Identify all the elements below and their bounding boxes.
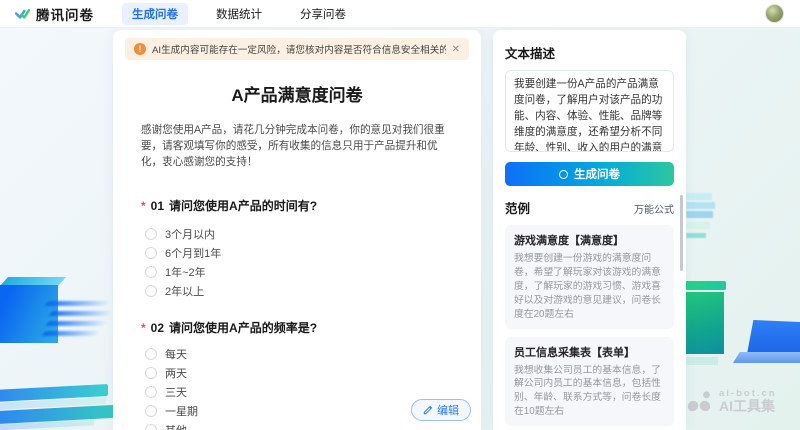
tab-data-statistics[interactable]: 数据统计 bbox=[206, 3, 272, 25]
pencil-icon bbox=[423, 405, 433, 415]
warning-icon: ! bbox=[134, 43, 146, 55]
q2-option-1[interactable]: 每天 bbox=[145, 342, 481, 361]
universal-formula-link[interactable]: 万能公式 bbox=[634, 201, 674, 216]
q1-option-1[interactable]: 3个月以内 bbox=[145, 222, 481, 241]
radio-icon bbox=[145, 285, 157, 297]
double-check-icon bbox=[14, 5, 31, 22]
close-icon[interactable]: ✕ bbox=[452, 44, 460, 55]
banner-text: AI生成内容可能存在一定风险，请您核对内容是否符合信息安全相关的要求。 bbox=[152, 42, 446, 56]
decor-green-base bbox=[684, 357, 718, 365]
decor-slab bbox=[41, 331, 99, 336]
examples-header: 范例 万能公式 bbox=[505, 198, 674, 217]
question-text: 请问您使用A产品的频率是? bbox=[169, 319, 317, 336]
decor-green-block bbox=[684, 292, 724, 354]
generate-survey-button[interactable]: 生成问卷 bbox=[505, 162, 674, 186]
tab-generate-survey[interactable]: 生成问卷 bbox=[122, 3, 188, 25]
text-description-label: 文本描述 bbox=[505, 43, 674, 62]
example-card-game-satisfaction[interactable]: 游戏满意度【满意度】 我想要创建一份游戏的满意度问卷，希望了解玩家对该游戏的满意… bbox=[505, 225, 674, 329]
decor-laptop-screen bbox=[747, 320, 800, 354]
q1-option-4[interactable]: 2年以上 bbox=[145, 279, 481, 298]
radio-icon bbox=[145, 367, 157, 379]
radio-icon bbox=[145, 348, 157, 360]
survey-title: A产品满意度问卷 bbox=[113, 81, 481, 106]
ring-icon bbox=[559, 170, 568, 179]
q1-option-2[interactable]: 6个月到1年 bbox=[145, 241, 481, 260]
radio-icon bbox=[145, 424, 157, 430]
other-fill-line[interactable] bbox=[199, 425, 253, 430]
radio-icon bbox=[145, 228, 157, 240]
question-2-header: * 02 请问您使用A产品的频率是? bbox=[141, 319, 453, 336]
decor-stripe bbox=[686, 222, 710, 229]
survey-preview-panel: ! AI生成内容可能存在一定风险，请您核对内容是否符合信息安全相关的要求。 ✕ … bbox=[113, 30, 481, 430]
brand-logo[interactable]: 腾讯问卷 bbox=[14, 4, 94, 24]
user-avatar[interactable] bbox=[765, 4, 784, 23]
ai-bot-logo-icon bbox=[686, 390, 713, 413]
decor-slab bbox=[45, 321, 106, 326]
required-mark: * bbox=[141, 199, 146, 213]
decor-stripe bbox=[686, 193, 712, 200]
sidebar-scrollbar[interactable] bbox=[680, 195, 683, 271]
required-mark: * bbox=[141, 321, 146, 335]
radio-icon bbox=[145, 247, 157, 259]
decor-stripe bbox=[686, 233, 706, 238]
decor-green-slab bbox=[682, 281, 726, 290]
edit-button[interactable]: 编辑 bbox=[411, 399, 471, 421]
question-number: 01 bbox=[151, 199, 164, 213]
examples-label: 范例 bbox=[505, 198, 530, 217]
radio-icon bbox=[145, 266, 157, 278]
decor-stripe bbox=[686, 211, 713, 218]
radio-icon bbox=[145, 405, 157, 417]
question-1-header: * 01 请问您使用A产品的时间有? bbox=[141, 197, 453, 214]
survey-description: 感谢您使用A产品，请花几分钟完成本问卷，你的意见对我们很重要，请客观填写你的感受… bbox=[141, 123, 453, 171]
q2-option-3[interactable]: 三天 bbox=[145, 380, 481, 399]
watermark-name: AI工具集 bbox=[719, 399, 777, 414]
decor-slab bbox=[48, 311, 111, 316]
question-number: 02 bbox=[151, 321, 164, 335]
decor-stripe bbox=[686, 202, 715, 209]
nav-tabs: 生成问卷 数据统计 分享问卷 bbox=[122, 3, 356, 25]
example-card-employee-form[interactable]: 员工信息采集表【表单】 我想收集公司员工的基本信息，了解公司内员工的基本信息，包… bbox=[505, 337, 674, 427]
q2-option-2[interactable]: 两天 bbox=[145, 361, 481, 380]
radio-icon bbox=[145, 386, 157, 398]
ai-risk-banner: ! AI生成内容可能存在一定风险，请您核对内容是否符合信息安全相关的要求。 ✕ bbox=[125, 38, 469, 60]
tab-share-survey[interactable]: 分享问卷 bbox=[290, 3, 356, 25]
site-watermark: ai-bot.cn AI工具集 bbox=[686, 389, 777, 414]
question-text: 请问您使用A产品的时间有? bbox=[169, 197, 317, 214]
decor-laptop-base bbox=[733, 352, 800, 363]
decor-slab bbox=[44, 301, 109, 306]
description-textarea[interactable]: 我要创建一份A产品的产品满意度问卷，了解用户对该产品的功能、内容、体验、性能、品… bbox=[505, 70, 674, 152]
top-navbar: 腾讯问卷 生成问卷 数据统计 分享问卷 bbox=[0, 0, 800, 28]
brand-name: 腾讯问卷 bbox=[36, 4, 94, 24]
q1-option-3[interactable]: 1年~2年 bbox=[145, 260, 481, 279]
ai-generator-sidebar: 文本描述 我要创建一份A产品的产品满意度问卷，了解用户对该产品的功能、内容、体验… bbox=[493, 30, 686, 430]
